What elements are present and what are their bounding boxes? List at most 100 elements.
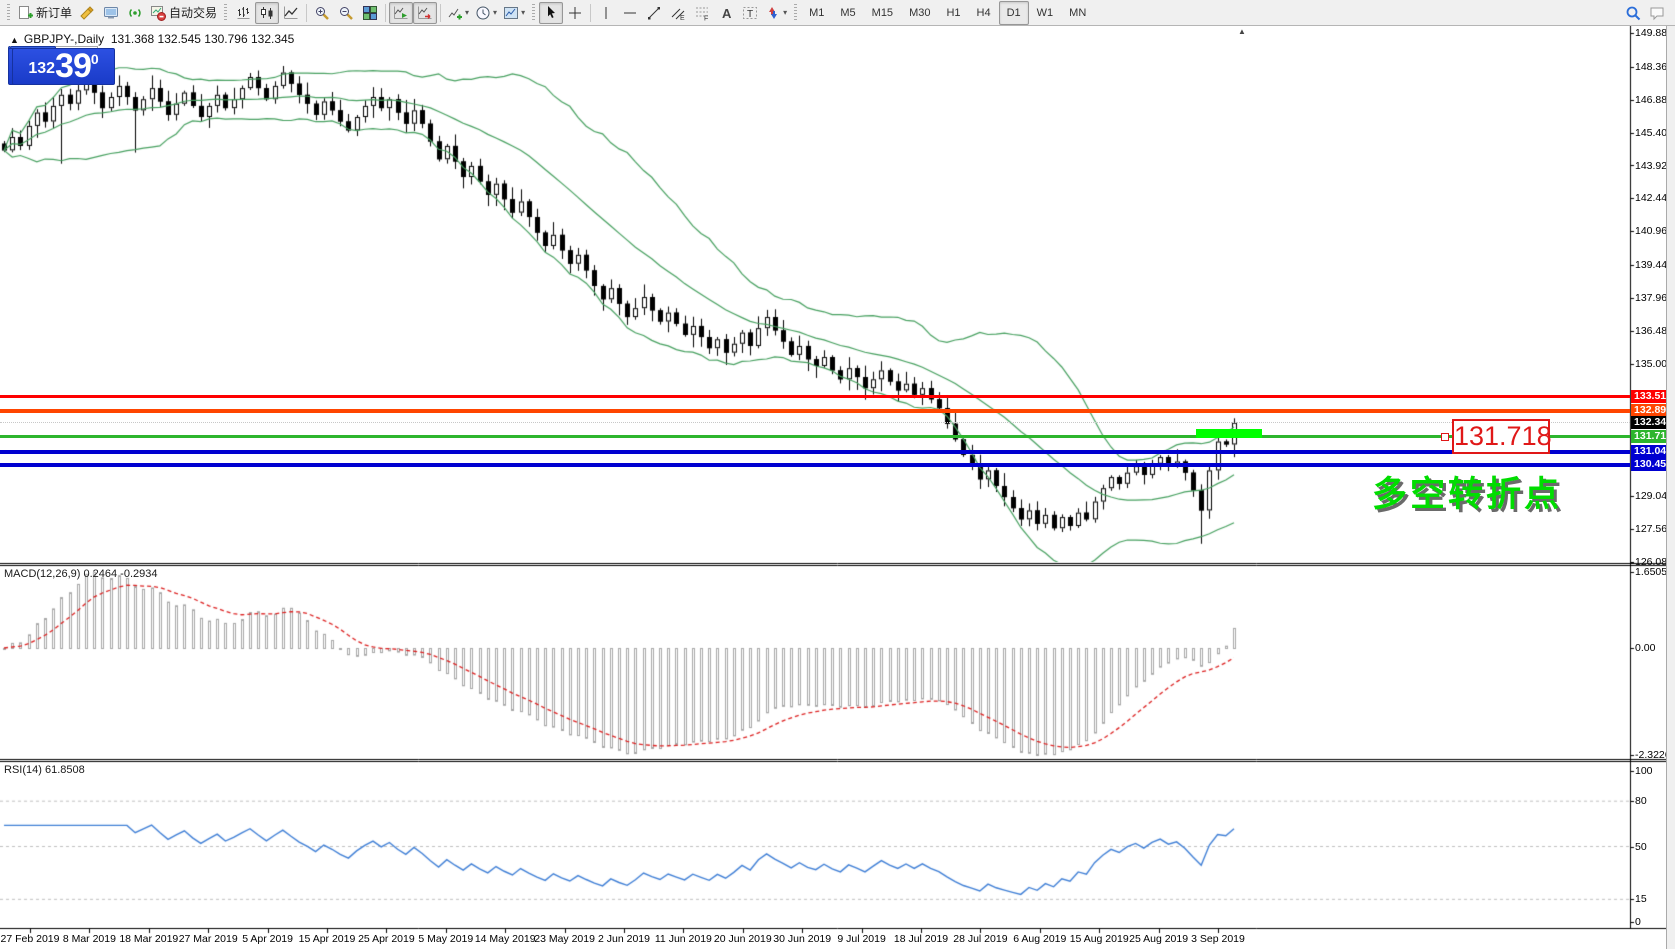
fibonacci-icon: F bbox=[694, 5, 710, 21]
autotrading-button[interactable]: 自动交易 bbox=[147, 2, 220, 24]
svg-text:T: T bbox=[747, 9, 753, 20]
tf-mn-button[interactable]: MN bbox=[1061, 1, 1094, 25]
text-button[interactable]: A bbox=[714, 2, 738, 24]
chart-shift-marker[interactable]: ▲ bbox=[1238, 27, 1246, 36]
date-label: 15 Aug 2019 bbox=[1070, 933, 1129, 945]
candlestick-icon bbox=[259, 5, 275, 21]
date-label: 8 Mar 2019 bbox=[63, 933, 116, 945]
zoom-out-button[interactable] bbox=[334, 2, 358, 24]
text-label-icon: T bbox=[742, 5, 758, 21]
level-line-132.894[interactable] bbox=[0, 409, 1630, 413]
crosshair-icon bbox=[567, 5, 583, 21]
bar-chart-icon bbox=[235, 5, 251, 21]
arrows-button[interactable]: ▾ bbox=[762, 2, 790, 24]
level-line-131.043[interactable] bbox=[0, 450, 1630, 454]
templates-button[interactable]: ▾ bbox=[500, 2, 528, 24]
signals-button[interactable] bbox=[123, 2, 147, 24]
tf-h4-button[interactable]: H4 bbox=[969, 1, 999, 25]
chart-shift-button[interactable] bbox=[413, 2, 437, 24]
chevron-down-icon: ▾ bbox=[465, 8, 469, 17]
date-label: 20 Jun 2019 bbox=[714, 933, 772, 945]
line-chart-button[interactable] bbox=[279, 2, 303, 24]
date-label: 11 Jun 2019 bbox=[655, 933, 712, 945]
window-edge bbox=[1666, 26, 1675, 949]
fibonacci-button[interactable]: F bbox=[690, 2, 714, 24]
rsi-indicator-label: RSI(14) 61.8508 bbox=[4, 764, 85, 776]
tf-m5-button[interactable]: M5 bbox=[832, 1, 863, 25]
candlestick-button[interactable] bbox=[255, 2, 279, 24]
vertical-line-button[interactable] bbox=[594, 2, 618, 24]
symbol-period-label: GBPJPY-,Daily bbox=[24, 32, 104, 46]
auto-scroll-button[interactable] bbox=[389, 2, 413, 24]
equidistant-channel-icon: E bbox=[670, 5, 686, 21]
buy-price-display[interactable]: 132390 bbox=[12, 48, 115, 85]
trendline-button[interactable] bbox=[642, 2, 666, 24]
cursor-icon bbox=[543, 5, 559, 21]
periods-button[interactable]: ▾ bbox=[472, 2, 500, 24]
main-toolbar: 新订单 自动交易 bbox=[0, 0, 1675, 26]
svg-text:E: E bbox=[680, 15, 685, 21]
price-note-box[interactable]: 131.718 bbox=[1452, 419, 1550, 454]
buy-price-big: 39 bbox=[55, 50, 91, 82]
tf-m1-button[interactable]: M1 bbox=[801, 1, 832, 25]
horizontal-line-button[interactable] bbox=[618, 2, 642, 24]
date-label: 25 Apr 2019 bbox=[358, 933, 415, 945]
date-label: 3 Sep 2019 bbox=[1191, 933, 1245, 945]
tf-h1-button[interactable]: H1 bbox=[938, 1, 968, 25]
zoom-in-button[interactable] bbox=[310, 2, 334, 24]
horizontal-line-icon bbox=[622, 5, 638, 21]
panel-collapse-icon[interactable]: ▲ bbox=[10, 35, 19, 45]
tf-m15-button[interactable]: M15 bbox=[864, 1, 901, 25]
toolbar-separator bbox=[590, 4, 591, 22]
date-label: 2 Jun 2019 bbox=[598, 933, 650, 945]
new-order-button[interactable]: 新订单 bbox=[14, 2, 75, 24]
highlight-bar[interactable] bbox=[1196, 429, 1262, 438]
date-label: 18 Mar 2019 bbox=[119, 933, 178, 945]
text-label-button[interactable]: T bbox=[738, 2, 762, 24]
date-label: 30 Jun 2019 bbox=[773, 933, 831, 945]
level-line-132.345[interactable] bbox=[0, 422, 1630, 423]
template-icon bbox=[503, 5, 519, 21]
trendline-icon bbox=[646, 5, 662, 21]
arrows-icon bbox=[765, 5, 781, 21]
level-line-133.517[interactable] bbox=[0, 395, 1630, 398]
buy-price-sup: 0 bbox=[91, 52, 99, 66]
toolbar-grip bbox=[532, 4, 535, 22]
turning-point-label[interactable]: 多空转折点 bbox=[1372, 466, 1562, 517]
level-line-131.718[interactable] bbox=[0, 435, 1630, 438]
cursor-button[interactable] bbox=[539, 2, 563, 24]
tf-d1-button[interactable]: D1 bbox=[999, 1, 1029, 25]
tf-m30-button[interactable]: M30 bbox=[901, 1, 938, 25]
channel-button[interactable]: E bbox=[666, 2, 690, 24]
crayon-icon bbox=[79, 5, 95, 21]
price-note-anchor[interactable] bbox=[1441, 433, 1449, 441]
toolbar-grip bbox=[7, 4, 10, 22]
ohlc-values: 131.368 132.545 130.796 132.345 bbox=[111, 32, 295, 46]
autotrading-label: 自动交易 bbox=[169, 4, 217, 21]
styler-button[interactable] bbox=[75, 2, 99, 24]
clock-icon bbox=[475, 5, 491, 21]
search-icon bbox=[1625, 5, 1641, 21]
tf-w1-button[interactable]: W1 bbox=[1029, 1, 1062, 25]
date-label: 28 Jul 2019 bbox=[953, 933, 1007, 945]
terminal-button[interactable] bbox=[99, 2, 123, 24]
zoom-out-icon bbox=[338, 5, 354, 21]
signal-icon bbox=[127, 5, 143, 21]
date-label: 5 Apr 2019 bbox=[242, 933, 293, 945]
date-label: 5 May 2019 bbox=[418, 933, 473, 945]
date-label: 15 Apr 2019 bbox=[299, 933, 356, 945]
chat-button[interactable] bbox=[1645, 2, 1669, 24]
crosshair-button[interactable] bbox=[563, 2, 587, 24]
toolbar-separator bbox=[440, 4, 441, 22]
autotrading-icon bbox=[150, 5, 166, 21]
chart-shift-icon bbox=[417, 5, 433, 21]
date-label: 9 Jul 2019 bbox=[837, 933, 885, 945]
tile-windows-button[interactable] bbox=[358, 2, 382, 24]
bar-chart-button[interactable] bbox=[231, 2, 255, 24]
rsi-axis-label: 80 bbox=[1635, 795, 1647, 807]
indicators-button[interactable]: ▾ bbox=[444, 2, 472, 24]
macd-axis-label: 0.00 bbox=[1635, 642, 1655, 654]
search-button[interactable] bbox=[1621, 2, 1645, 24]
date-label: 18 Jul 2019 bbox=[894, 933, 948, 945]
toolbar-grip bbox=[224, 4, 227, 22]
